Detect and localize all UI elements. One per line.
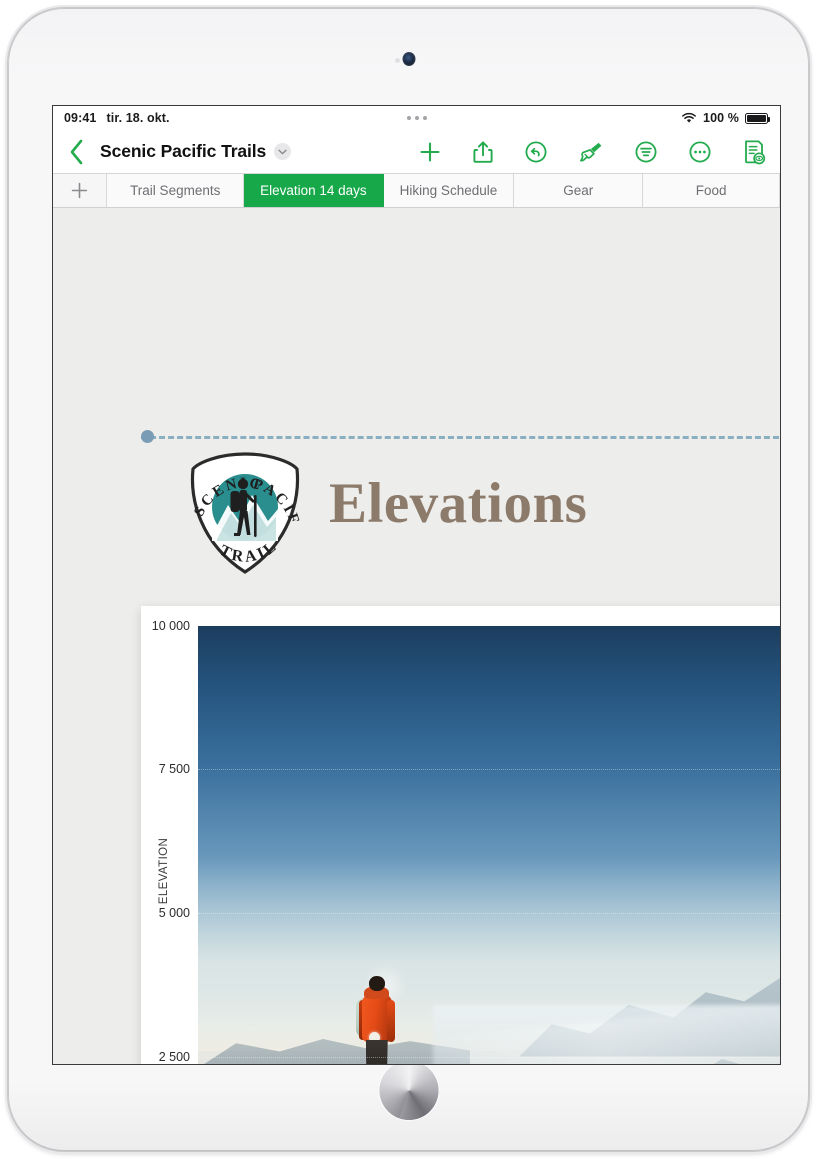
y-axis-ticks: 10 000 7 500 5 000 2 500 bbox=[141, 606, 198, 1064]
status-time: 09:41 bbox=[64, 111, 97, 125]
app-toolbar: Scenic Pacific Trails bbox=[53, 130, 780, 174]
sheet-tab-label: Hiking Schedule bbox=[399, 183, 498, 198]
home-button[interactable] bbox=[379, 1061, 438, 1120]
share-button[interactable] bbox=[472, 140, 494, 164]
gridline-2500 bbox=[198, 1057, 780, 1058]
sheet-tab-bar: Trail Segments Elevation 14 days Hiking … bbox=[53, 174, 780, 208]
sheet-tab-elevation-14-days[interactable]: Elevation 14 days bbox=[244, 174, 384, 207]
sheet-tab-hiking-schedule[interactable]: Hiking Schedule bbox=[383, 174, 515, 207]
add-sheet-button[interactable] bbox=[53, 174, 108, 207]
y-tick-label: 7 500 bbox=[158, 762, 190, 776]
y-tick-label: 5 000 bbox=[158, 906, 190, 920]
sheet-tab-gear[interactable]: Gear bbox=[514, 174, 644, 207]
y-tick-label: 10 000 bbox=[151, 619, 190, 633]
insert-menu-button[interactable] bbox=[634, 140, 658, 164]
plus-icon bbox=[71, 182, 88, 199]
y-tick-label: 2 500 bbox=[158, 1050, 190, 1064]
page-title[interactable]: Elevations bbox=[329, 471, 587, 536]
wifi-icon bbox=[682, 112, 696, 123]
status-bar: 09:41 tir. 18. okt. 100 % bbox=[53, 106, 780, 130]
ipad-device: 09:41 tir. 18. okt. 100 % Scenic Pacific… bbox=[5, 5, 812, 1154]
multitasking-dots-icon[interactable] bbox=[406, 116, 427, 120]
gridline-5000 bbox=[198, 913, 780, 914]
status-date: tir. 18. okt. bbox=[106, 111, 170, 125]
more-button[interactable] bbox=[688, 140, 712, 164]
battery-icon bbox=[745, 112, 770, 124]
document-title[interactable]: Scenic Pacific Trails bbox=[100, 141, 266, 162]
view-options-button[interactable] bbox=[742, 139, 766, 165]
hiker-figure bbox=[354, 961, 408, 1064]
gridline-7500 bbox=[198, 769, 780, 770]
scenic-pacific-trails-logo[interactable]: SCENIC PACIFIC TRAILS bbox=[184, 451, 306, 576]
status-right-group: 100 % bbox=[681, 111, 770, 125]
sheet-tab-label: Food bbox=[695, 183, 727, 198]
chart-plot-area bbox=[198, 626, 780, 1064]
hiker-right-arm bbox=[386, 999, 395, 1042]
sheet-tab-trail-segments[interactable]: Trail Segments bbox=[107, 174, 245, 207]
sheet-tab-food[interactable]: Food bbox=[643, 174, 780, 207]
alignment-guide-handle[interactable] bbox=[141, 430, 154, 443]
chevron-down-icon[interactable] bbox=[274, 143, 292, 160]
hiker-legs bbox=[365, 1039, 388, 1064]
sheet-tab-label: Trail Segments bbox=[130, 183, 221, 198]
spreadsheet-canvas[interactable]: SCENIC PACIFIC TRAILS Elevations ELEVATI… bbox=[53, 208, 780, 1064]
toolbar-actions bbox=[418, 139, 766, 165]
hiker-head bbox=[368, 975, 385, 991]
format-button[interactable] bbox=[578, 139, 604, 165]
battery-percent-label: 100 % bbox=[703, 111, 739, 125]
elevation-chart[interactable]: ELEVATION 10 000 7 500 5 000 2 500 bbox=[141, 606, 780, 1064]
back-chevron-icon[interactable] bbox=[69, 139, 84, 165]
front-camera-icon bbox=[402, 52, 415, 66]
alignment-guide bbox=[141, 436, 780, 439]
ambient-light-sensor-icon bbox=[395, 58, 400, 63]
sheet-tab-label: Elevation 14 days bbox=[260, 183, 367, 198]
undo-button[interactable] bbox=[524, 140, 548, 164]
screen: 09:41 tir. 18. okt. 100 % Scenic Pacific… bbox=[53, 106, 780, 1064]
insert-button[interactable] bbox=[418, 140, 442, 164]
sheet-tab-label: Gear bbox=[563, 183, 594, 198]
